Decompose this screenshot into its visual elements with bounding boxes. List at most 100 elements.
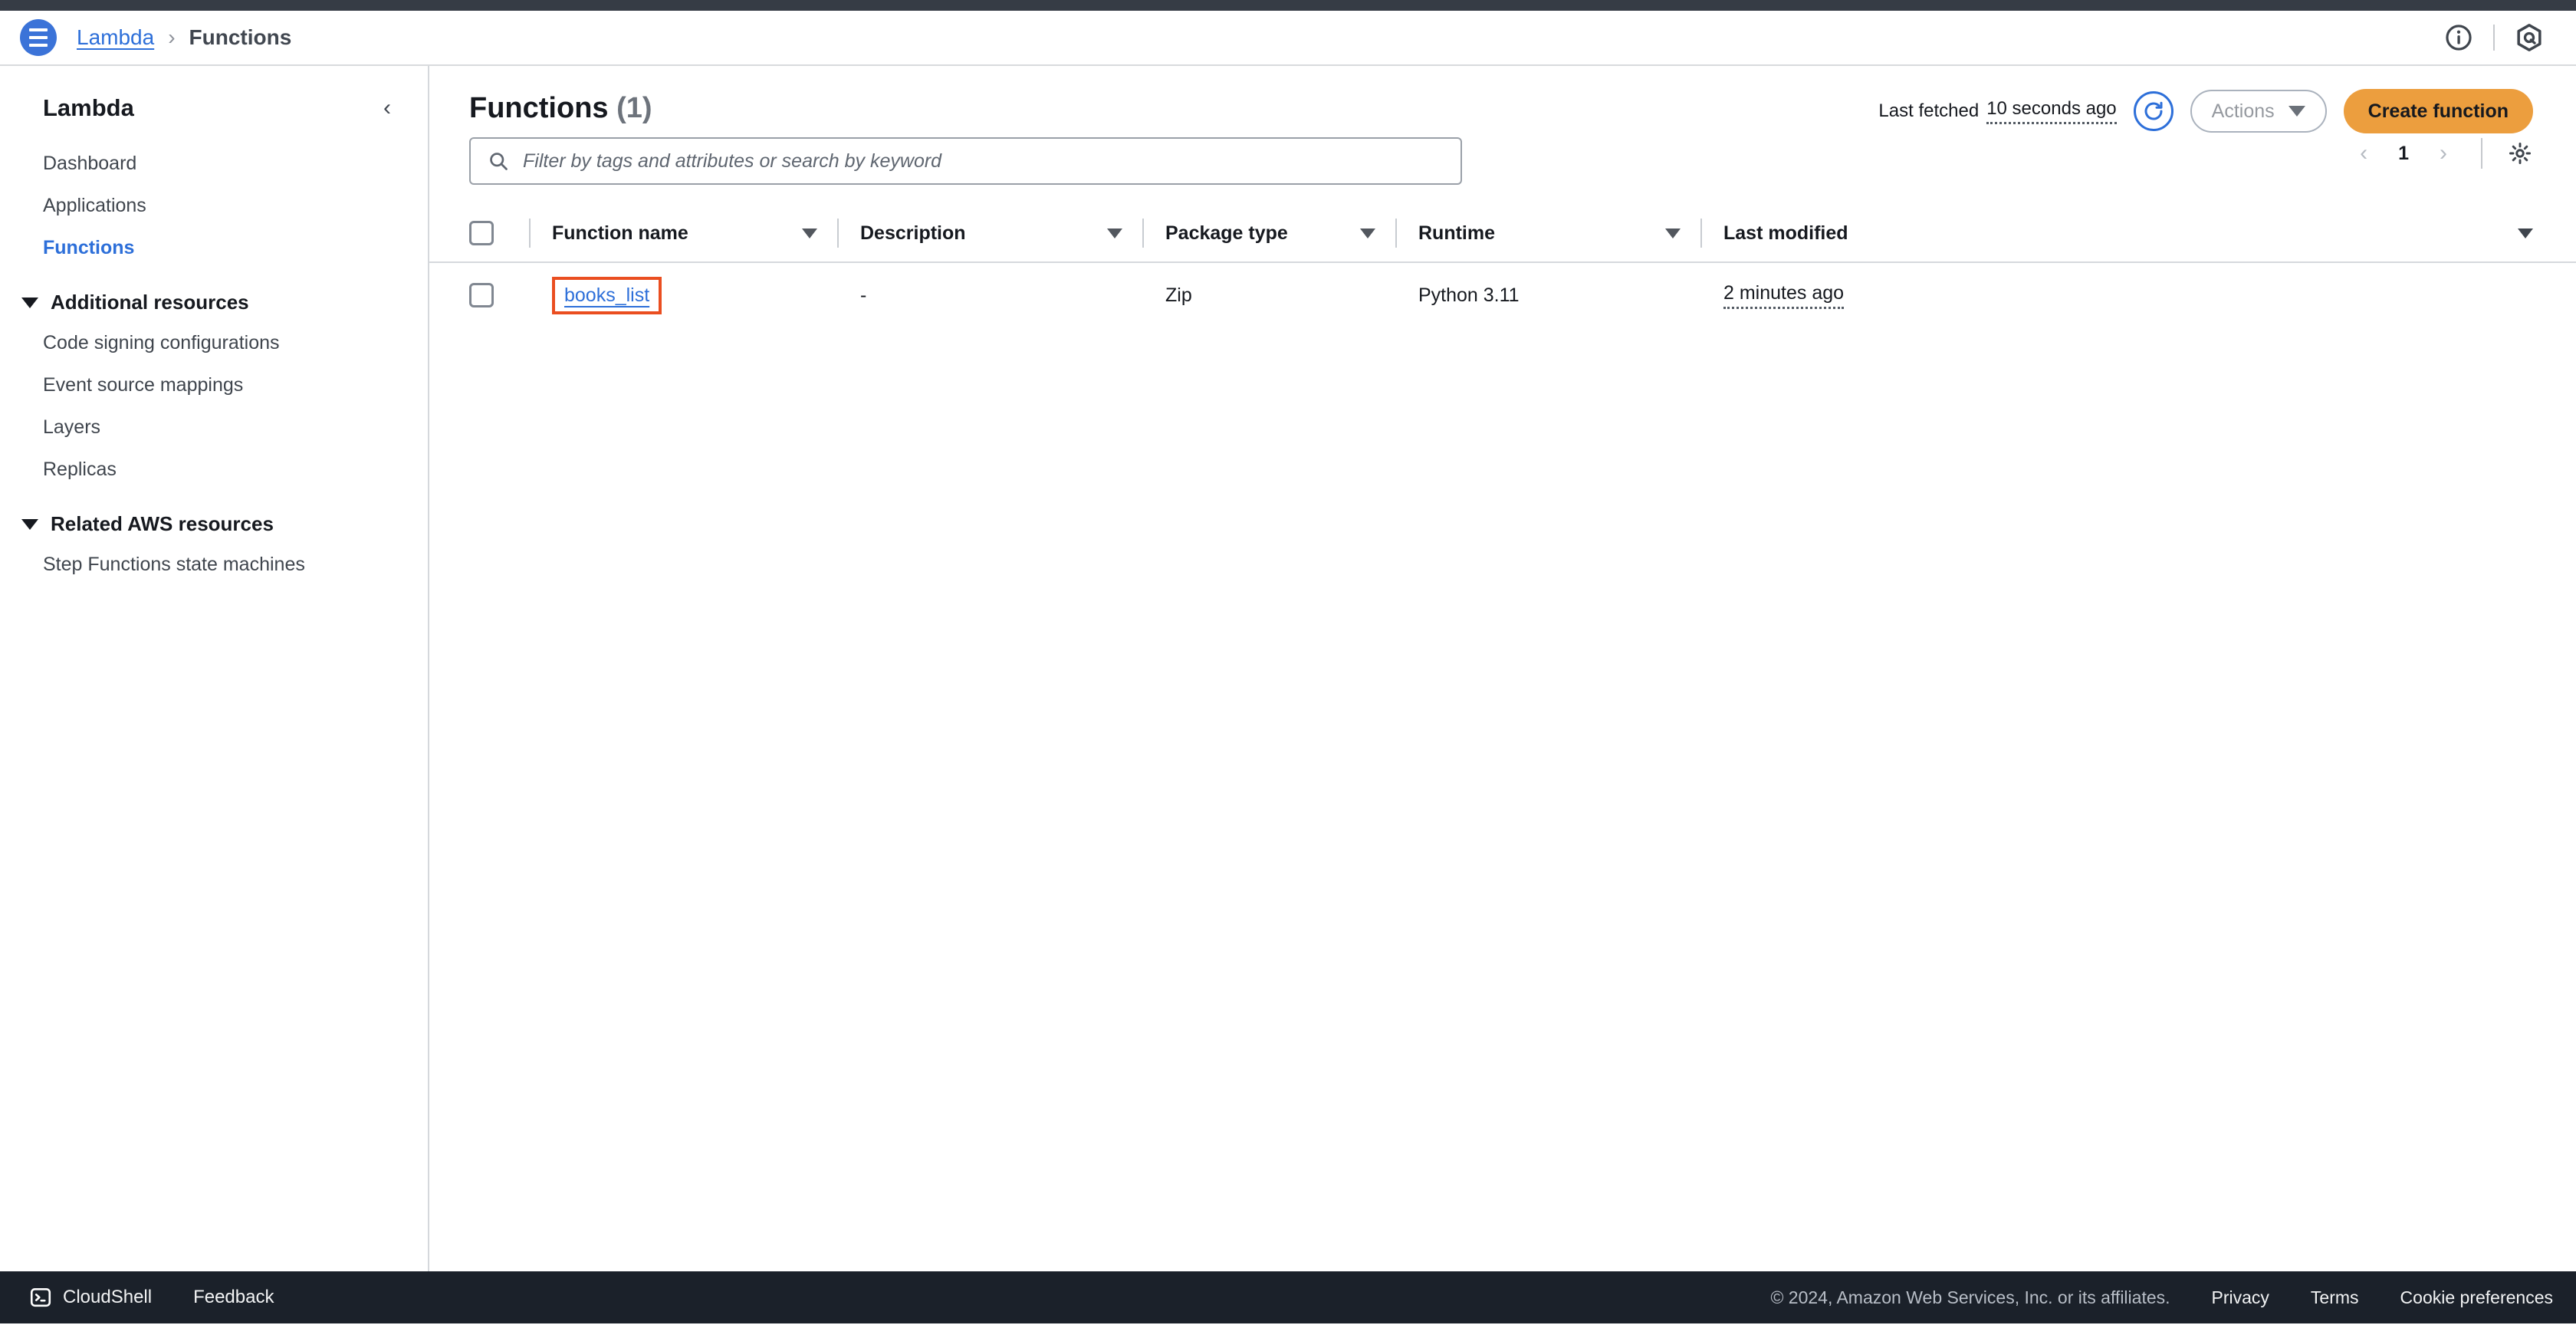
table-preferences-sort-icon[interactable] — [2518, 228, 2533, 238]
row-spacer — [1700, 281, 1702, 310]
row-spacer — [1142, 281, 1144, 310]
column-header-runtime[interactable]: Runtime — [1418, 222, 1700, 245]
function-name-highlight-box: books_list — [552, 276, 662, 314]
column-header-label: Last modified — [1723, 222, 1848, 244]
chevron-left-icon[interactable]: ‹ — [376, 94, 399, 123]
main-content: Functions (1) Last fetched 10 seconds ag… — [429, 66, 2576, 1271]
page-header: Lambda › Functions — [0, 11, 2576, 66]
page-title-count: (1) — [616, 92, 652, 124]
feedback-button[interactable]: Feedback — [193, 1287, 274, 1308]
search-input-wrapper[interactable] — [469, 137, 1462, 185]
select-all-checkbox[interactable] — [469, 221, 494, 245]
pagination-page-1[interactable]: 1 — [2384, 143, 2423, 165]
breadcrumb: Lambda › Functions — [77, 25, 291, 50]
breadcrumb-current-functions: Functions — [189, 25, 292, 49]
triangle-down-icon — [21, 518, 38, 530]
sidebar-section-label: Related AWS resources — [51, 512, 274, 535]
sidebar-section-related-aws-resources[interactable]: Related AWS resources — [0, 491, 428, 544]
row-spacer — [529, 281, 531, 310]
row-spacer — [1395, 281, 1397, 310]
main-header: Functions (1) Last fetched 10 seconds ag… — [429, 66, 2576, 133]
last-fetched-value[interactable]: 10 seconds ago — [1986, 98, 2117, 124]
last-fetched-status: Last fetched 10 seconds ago — [1878, 98, 2117, 124]
sidebar-title: Lambda — [43, 94, 134, 121]
footer-right: © 2024, Amazon Web Services, Inc. or its… — [1770, 1287, 2553, 1308]
cell-description: - — [860, 284, 867, 306]
hamburger-menu-icon[interactable] — [20, 19, 57, 56]
cell-runtime: Python 3.11 — [1418, 284, 1520, 306]
column-divider — [1700, 219, 1702, 248]
row-select-cell — [469, 283, 529, 307]
sort-icon[interactable] — [1107, 228, 1122, 238]
sort-icon[interactable] — [1360, 228, 1375, 238]
last-fetched-label: Last fetched — [1878, 100, 1980, 121]
sidebar-item-dashboard[interactable]: Dashboard — [0, 143, 428, 185]
sidebar-item-step-functions-state-machines[interactable]: Step Functions state machines — [0, 544, 428, 586]
triangle-down-icon — [21, 297, 38, 308]
last-modified-value[interactable]: 2 minutes ago — [1723, 282, 1845, 309]
sidebar: Lambda ‹ Dashboard Applications Function… — [0, 66, 429, 1271]
cell-function-name: books_list — [552, 276, 837, 314]
search-icon — [490, 153, 508, 170]
column-header-last-modified[interactable]: Last modified — [1723, 222, 2122, 245]
sidebar-nav: Dashboard Applications Functions Additio… — [0, 143, 428, 586]
search-row: ‹ 1 › — [429, 125, 2576, 185]
column-divider — [529, 219, 531, 248]
column-header-label: Package type — [1165, 222, 1288, 244]
cloudshell-button[interactable]: CloudShell — [20, 1281, 161, 1313]
footer-link-privacy[interactable]: Privacy — [2212, 1287, 2269, 1308]
gear-icon[interactable] — [2499, 133, 2541, 174]
sort-icon[interactable] — [1665, 228, 1681, 238]
info-circle-icon[interactable] — [2435, 14, 2482, 61]
header-divider — [2493, 25, 2495, 51]
sidebar-item-layers[interactable]: Layers — [0, 406, 428, 449]
actions-button-label: Actions — [2211, 100, 2275, 122]
table-body: books_list - Zip Python 3.11 2 minutes a… — [429, 263, 2576, 327]
sidebar-section-label: Additional resources — [51, 291, 249, 314]
column-header-function-name[interactable]: Function name — [552, 222, 837, 245]
row-checkbox[interactable] — [469, 283, 494, 307]
table-row[interactable]: books_list - Zip Python 3.11 2 minutes a… — [429, 263, 2576, 327]
sort-icon[interactable] — [802, 228, 817, 238]
pagination-next-button[interactable]: › — [2423, 133, 2464, 174]
top-strip — [0, 0, 2576, 11]
cell-last-modified: 2 minutes ago — [1723, 282, 2122, 309]
sidebar-item-replicas[interactable]: Replicas — [0, 449, 428, 491]
column-header-label: Function name — [552, 222, 688, 244]
column-divider — [1142, 219, 1144, 248]
select-all-cell — [469, 221, 529, 245]
caret-down-icon — [2288, 106, 2305, 117]
footer-left: CloudShell Feedback — [0, 1281, 274, 1313]
footer-link-terms[interactable]: Terms — [2311, 1287, 2359, 1308]
functions-table: Function name Description Package type R… — [429, 205, 2576, 327]
search-input[interactable] — [523, 150, 1444, 173]
page-title: Functions (1) — [469, 92, 652, 125]
header-actions — [2435, 11, 2553, 64]
sidebar-item-functions[interactable]: Functions — [0, 227, 428, 269]
sidebar-section-additional-resources[interactable]: Additional resources — [0, 269, 428, 322]
table-header-row: Function name Description Package type R… — [429, 205, 2576, 263]
terminal-icon — [30, 1287, 51, 1307]
column-header-package-type[interactable]: Package type — [1165, 222, 1395, 245]
sidebar-item-applications[interactable]: Applications — [0, 185, 428, 227]
footer-link-cookie-preferences[interactable]: Cookie preferences — [2400, 1287, 2553, 1308]
row-spacer — [837, 281, 839, 310]
column-divider — [837, 219, 839, 248]
pagination-divider — [2481, 138, 2482, 169]
sidebar-item-event-source-mappings[interactable]: Event source mappings — [0, 364, 428, 406]
column-header-label: Description — [860, 222, 966, 244]
breadcrumb-link-lambda[interactable]: Lambda — [77, 25, 154, 50]
cloudshell-label: CloudShell — [63, 1287, 153, 1307]
function-name-link[interactable]: books_list — [564, 284, 649, 307]
page-title-text: Functions — [469, 92, 609, 124]
column-header-description[interactable]: Description — [860, 222, 1142, 245]
page-footer: CloudShell Feedback © 2024, Amazon Web S… — [0, 1271, 2576, 1323]
sidebar-item-code-signing-configurations[interactable]: Code signing configurations — [0, 322, 428, 364]
copyright-text: © 2024, Amazon Web Services, Inc. or its… — [1770, 1287, 2170, 1307]
pagination-prev-button[interactable]: ‹ — [2343, 133, 2384, 174]
chevron-right-icon: › — [168, 25, 176, 49]
sidebar-header: Lambda ‹ — [0, 66, 428, 123]
cell-package-type: Zip — [1165, 284, 1192, 306]
column-divider — [1395, 219, 1397, 248]
amazon-q-icon[interactable] — [2505, 14, 2553, 61]
